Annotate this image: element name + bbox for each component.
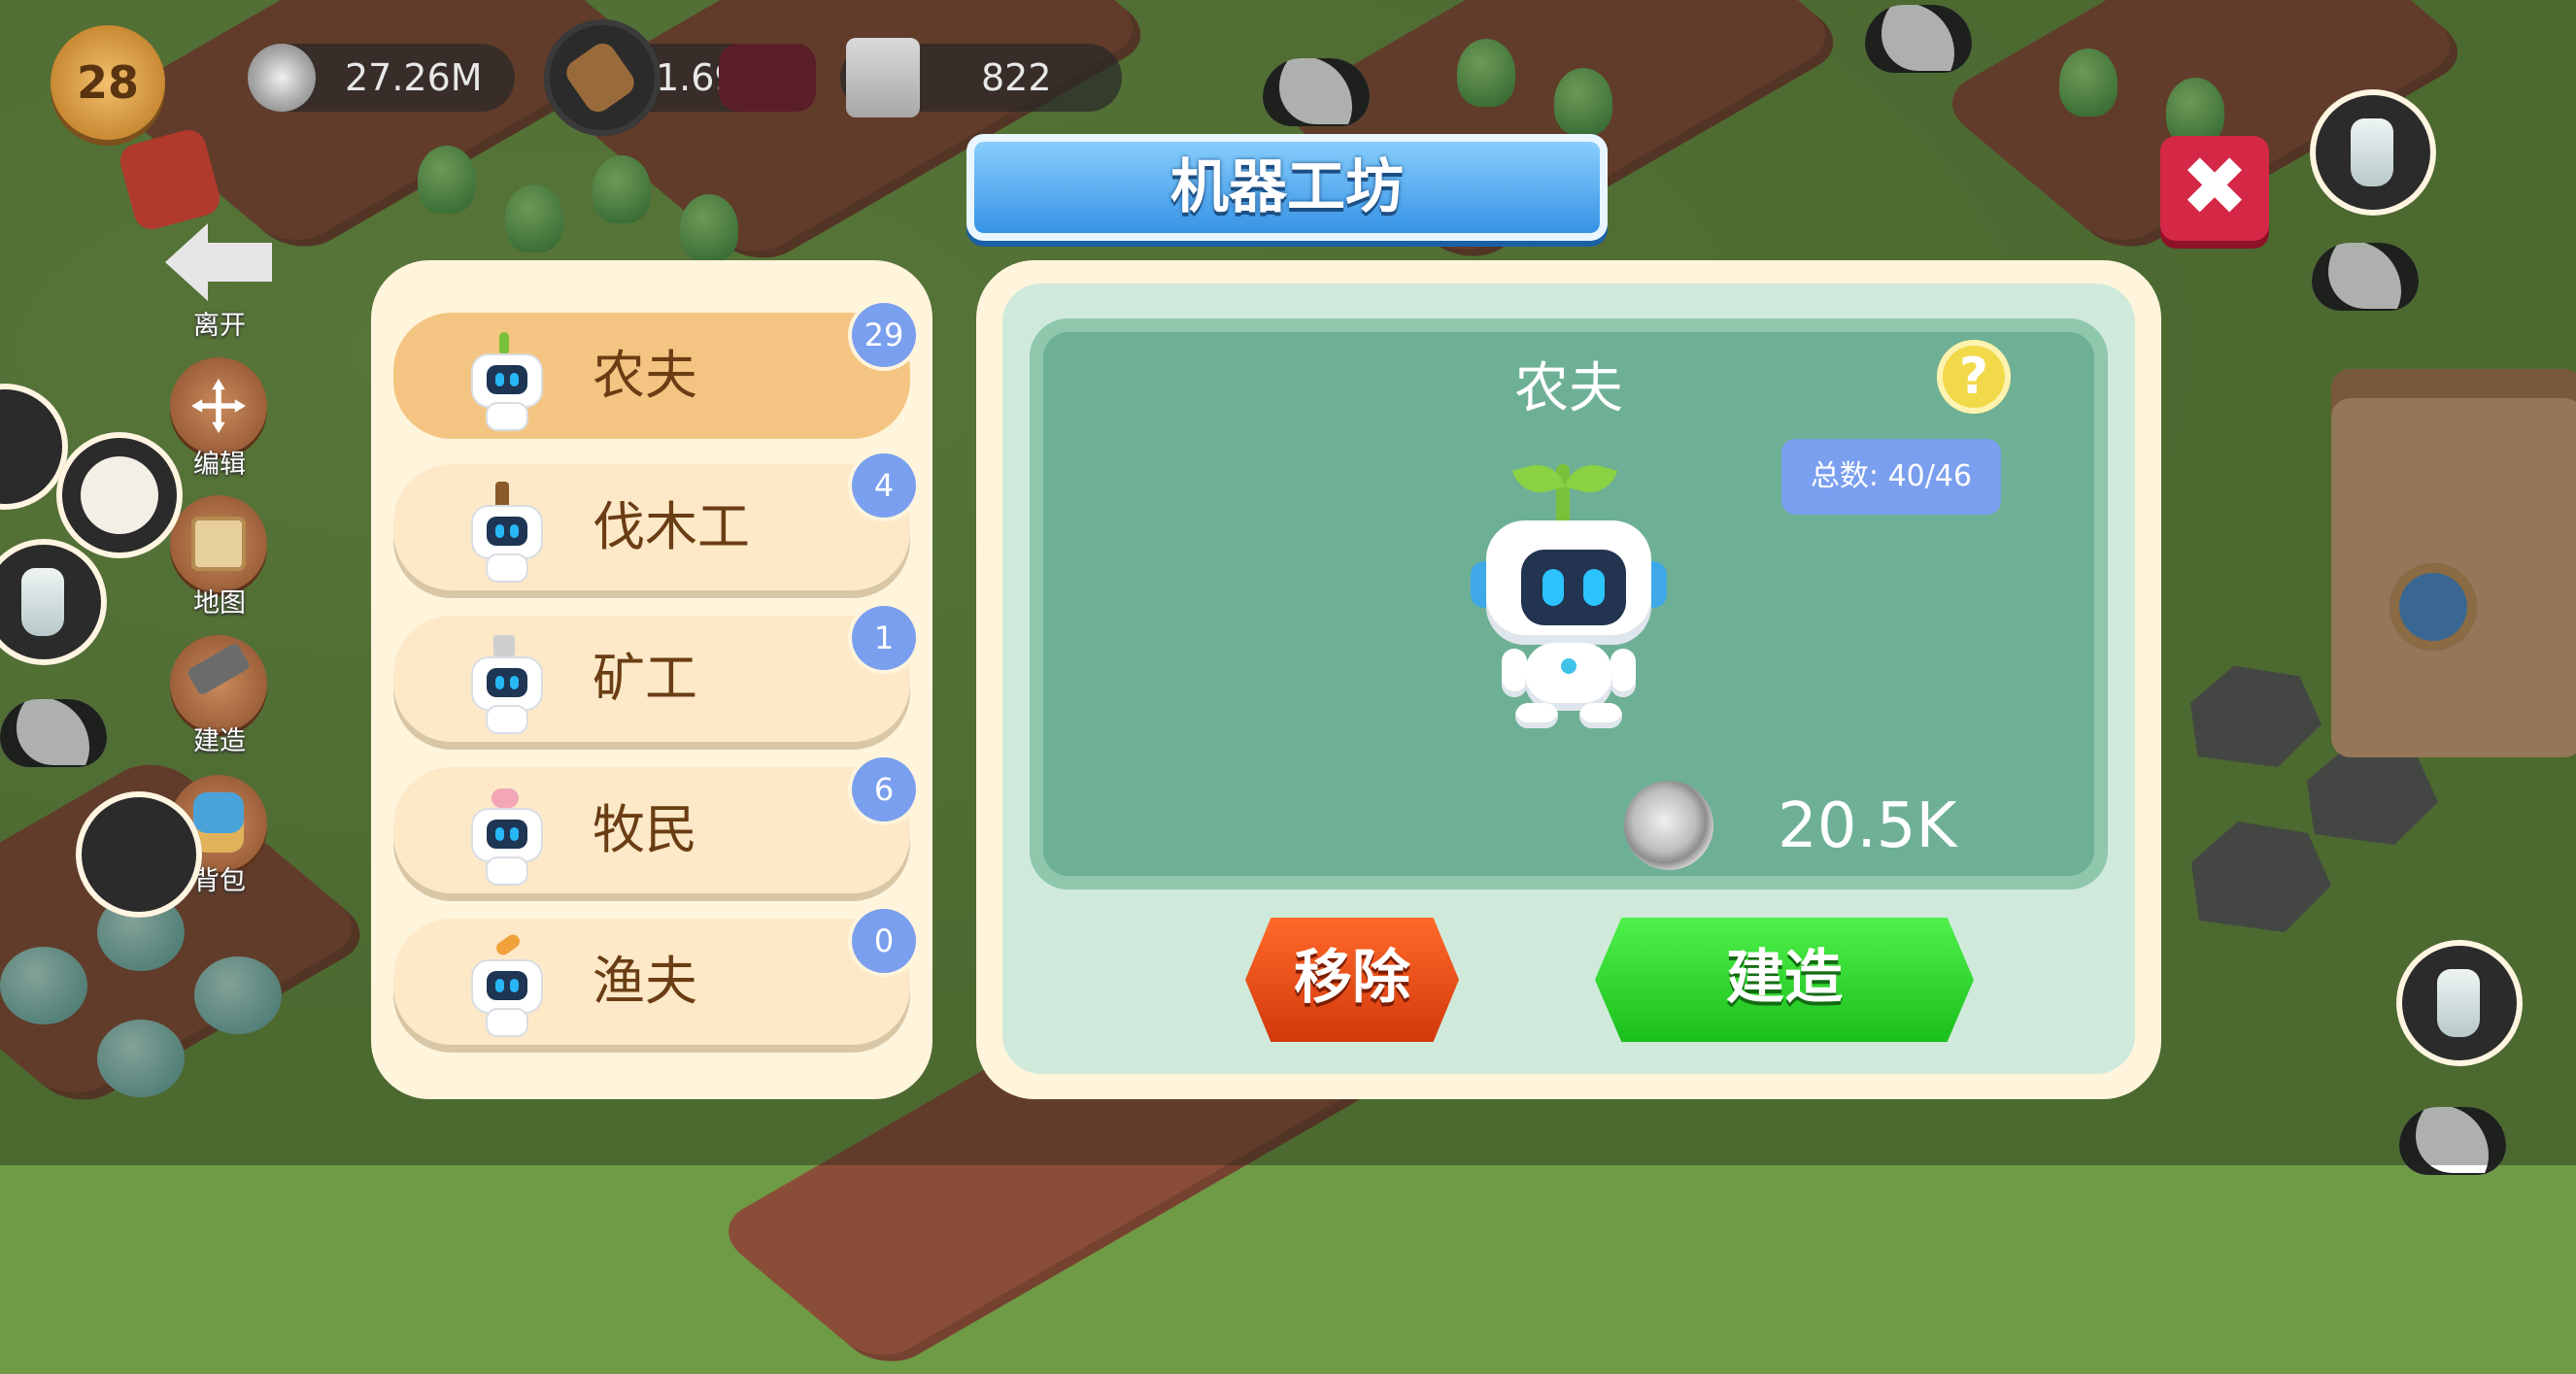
robot-list-item-lumberjack[interactable]: 伐木工 bbox=[393, 464, 910, 590]
build-price: 20.5K bbox=[1778, 790, 1957, 862]
stone-block-icon bbox=[846, 38, 920, 117]
map-button[interactable] bbox=[170, 495, 267, 592]
robot-count-badge: 1 bbox=[852, 606, 916, 670]
player-level-badge[interactable]: 28 bbox=[51, 25, 165, 140]
robot-name: 伐木工 bbox=[593, 496, 750, 557]
silver-amount: 27.26M bbox=[345, 56, 483, 99]
hammer-icon bbox=[186, 642, 252, 696]
silver-coin-icon bbox=[1624, 781, 1713, 870]
build-button[interactable]: 建造 bbox=[1595, 918, 1974, 1042]
farmer-robot-preview bbox=[1467, 458, 1671, 736]
window-title: 机器工坊 bbox=[966, 134, 1608, 241]
cabbage-bubble[interactable] bbox=[76, 791, 202, 918]
meat-icon bbox=[719, 44, 816, 112]
leave-label: 离开 bbox=[193, 311, 246, 341]
map-label: 地图 bbox=[193, 588, 246, 619]
map-icon bbox=[191, 517, 246, 571]
robot-name: 渔夫 bbox=[593, 951, 697, 1012]
miner-robot-icon bbox=[466, 635, 544, 734]
robot-list-item-fisher[interactable]: 渔夫 bbox=[393, 919, 910, 1045]
robot-count-badge: 4 bbox=[852, 453, 916, 518]
stone-counter: 822 bbox=[840, 38, 1122, 117]
robot-name: 矿工 bbox=[593, 648, 697, 709]
edit-button[interactable] bbox=[170, 357, 267, 454]
robot-name: 牧民 bbox=[593, 799, 697, 860]
total-label: 总数: bbox=[1810, 459, 1880, 493]
resource-bubble[interactable] bbox=[56, 432, 183, 558]
remove-button[interactable]: 移除 bbox=[1245, 918, 1459, 1042]
milk-bubble[interactable] bbox=[2396, 940, 2523, 1066]
robot-count-badge: 0 bbox=[852, 909, 916, 973]
robot-name: 农夫 bbox=[593, 345, 697, 406]
milk-bubble[interactable] bbox=[2310, 89, 2436, 216]
silver-counter: 27.26M bbox=[248, 44, 515, 112]
robot-count-badge: 29 bbox=[852, 303, 916, 367]
close-button[interactable]: ✖ bbox=[2160, 136, 2269, 241]
robot-list-item-farmer[interactable]: 农夫 bbox=[393, 313, 910, 439]
robot-list-item-miner[interactable]: 矿工 bbox=[393, 616, 910, 742]
herder-robot-icon bbox=[466, 787, 544, 886]
robot-list-item-herder[interactable]: 牧民 bbox=[393, 767, 910, 893]
wood-log-icon bbox=[544, 19, 661, 136]
milk-bottle-icon bbox=[2351, 118, 2393, 186]
milk-bottle-icon bbox=[21, 568, 64, 636]
fisher-robot-icon bbox=[466, 931, 544, 1037]
build-menu-button[interactable] bbox=[170, 635, 267, 732]
milk-bottle-icon bbox=[2437, 969, 2480, 1037]
total-value: 40/46 bbox=[1887, 459, 1973, 493]
help-button[interactable]: ? bbox=[1937, 340, 2011, 414]
lumberjack-robot-icon bbox=[466, 482, 544, 583]
silver-coin-icon bbox=[248, 44, 316, 112]
robot-total-count: 总数: 40/46 bbox=[1781, 439, 2001, 515]
arrow-left-icon bbox=[165, 223, 272, 301]
stone-amount: 822 bbox=[981, 56, 1052, 99]
wool-icon bbox=[81, 456, 158, 534]
leave-button[interactable] bbox=[165, 223, 272, 301]
move-arrows-icon bbox=[191, 379, 246, 433]
farmer-robot-icon bbox=[466, 332, 544, 431]
robot-count-badge: 6 bbox=[852, 757, 916, 821]
build-menu-label: 建造 bbox=[193, 726, 246, 756]
